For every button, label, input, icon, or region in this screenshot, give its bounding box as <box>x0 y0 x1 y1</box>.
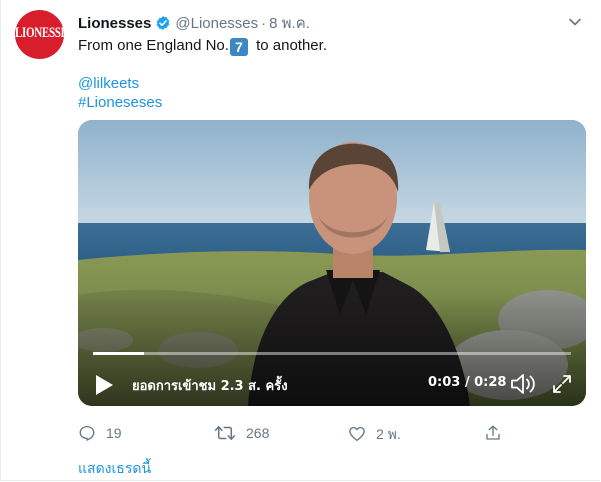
tweet-header: Lionesses @Lionesses · 8 พ.ค. <box>78 11 310 32</box>
retweet-icon <box>214 425 236 441</box>
video-frame <box>78 120 586 406</box>
verified-badge-icon <box>155 15 171 35</box>
tweet-card[interactable]: LIONESSES Lionesses @Lionesses·8 พ.ค. Fro… <box>0 0 600 481</box>
play-icon[interactable] <box>94 374 114 400</box>
retweet-count: 268 <box>246 425 270 441</box>
like-icon <box>349 426 365 442</box>
tweet-text: From one England No. 7 to another. <box>78 37 327 56</box>
tweet-date[interactable]: 8 พ.ค. <box>269 15 310 32</box>
avatar[interactable]: LIONESSES <box>15 10 64 59</box>
tweet-actions: 19 268 2 พ. <box>78 424 518 444</box>
keycap-seven-emoji: 7 <box>229 38 248 56</box>
video-progress-bar[interactable] <box>93 352 571 355</box>
reply-icon <box>79 425 95 441</box>
view-count: ยอดการเข้าชม 2.3 ส. ครั้ง <box>132 379 288 394</box>
share-icon <box>486 425 500 440</box>
volume-icon[interactable] <box>510 372 536 400</box>
separator-dot: · <box>261 15 267 32</box>
reply-count: 19 <box>106 425 122 441</box>
reply-button[interactable]: 19 <box>78 424 122 442</box>
video-time: 0:03 / 0:28 <box>428 375 507 390</box>
tweet-text-before: From one England No. <box>78 37 229 54</box>
video-player[interactable]: ยอดการเข้าชม 2.3 ส. ครั้ง 0:03 / 0:28 <box>78 120 586 406</box>
show-thread-link[interactable]: แสดงเธรดนี้ <box>78 458 151 480</box>
author-name[interactable]: Lionesses <box>78 15 151 32</box>
like-button[interactable]: 2 พ. <box>348 424 401 446</box>
retweet-button[interactable]: 268 <box>214 424 269 442</box>
like-count: 2 พ. <box>376 426 401 442</box>
video-progress-fill <box>93 352 145 355</box>
chevron-down-icon[interactable] <box>568 14 582 33</box>
share-button[interactable] <box>484 424 512 442</box>
hashtag-link[interactable]: #Lioneseses <box>78 94 162 111</box>
tweet-text-after: to another. <box>251 37 327 54</box>
mention-link[interactable]: @lilkeets <box>78 75 139 92</box>
fullscreen-icon[interactable] <box>552 374 572 398</box>
author-handle[interactable]: @Lionesses <box>175 15 258 32</box>
avatar-logo-text: LIONESSES <box>15 24 64 42</box>
